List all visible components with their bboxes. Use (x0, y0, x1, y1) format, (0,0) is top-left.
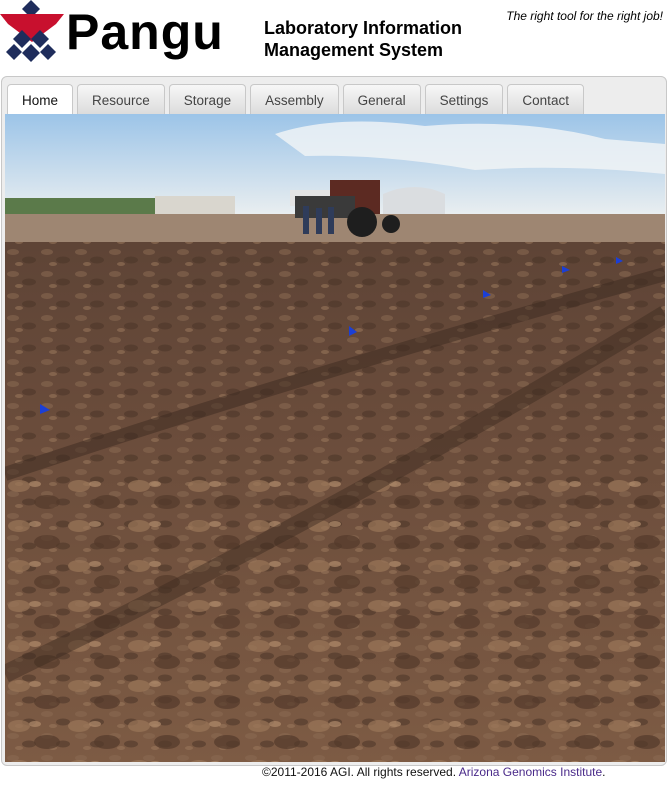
tagline: The right tool for the right job! (506, 9, 663, 23)
footer-end: . (602, 765, 606, 779)
pangu-logo-icon (0, 0, 64, 62)
logo-text: Pangu (66, 4, 224, 60)
tab-assembly[interactable]: Assembly (250, 84, 339, 114)
site-header: Pangu Laboratory Information Management … (0, 0, 667, 72)
tab-home[interactable]: Home (7, 84, 74, 116)
nav-tabs: Home Resource Storage Assembly General S… (7, 84, 588, 116)
footer-copyright: ©2011-2016 AGI. All rights reserved. (262, 765, 457, 779)
system-title-line1: Laboratory Information (264, 18, 463, 38)
tab-contact[interactable]: Contact (507, 84, 584, 114)
tab-storage[interactable]: Storage (168, 84, 247, 114)
tab-settings[interactable]: Settings (424, 84, 504, 114)
system-title-line2: Management System (264, 40, 444, 60)
tab-resource[interactable]: Resource (77, 84, 165, 114)
system-title: Laboratory Information Management System (264, 17, 462, 61)
agi-link[interactable]: Arizona Genomics Institute (459, 765, 602, 779)
tab-general[interactable]: General (342, 84, 421, 114)
content-frame: Home Resource Storage Assembly General S… (1, 76, 667, 766)
field-photo (5, 114, 665, 762)
footer: ©2011-2016 AGI. All rights reserved. Ari… (262, 765, 605, 779)
